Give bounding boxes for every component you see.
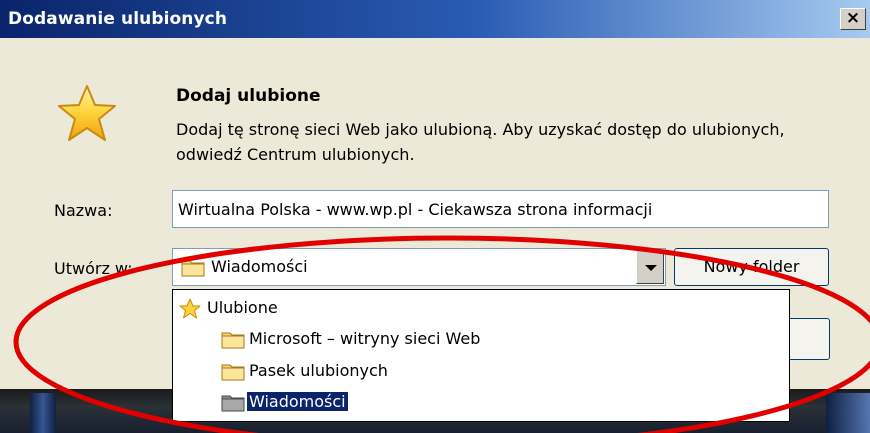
name-label: Nazwa: (54, 201, 113, 220)
window-title: Dodawanie ulubionych (8, 9, 228, 29)
folder-dropdown-list[interactable]: Ulubione Microsoft – witryny sieci Web P… (172, 289, 790, 422)
list-item-label: Ulubione (207, 298, 278, 317)
create-in-combobox[interactable]: Wiadomości (172, 248, 666, 286)
folder-icon (221, 392, 245, 416)
dialog-description: Dodaj tę stronę sieci Web jako ulubioną.… (176, 120, 785, 164)
dialog-heading: Dodaj ulubione (176, 86, 321, 106)
star-icon (56, 83, 118, 149)
folder-icon (221, 361, 245, 385)
list-item-label: Pasek ulubionych (249, 361, 388, 380)
chevron-down-icon (645, 265, 657, 271)
create-in-value: Wiadomości (211, 257, 308, 276)
combobox-dropdown-button[interactable] (636, 250, 664, 284)
close-button[interactable]: × (840, 8, 866, 30)
name-input[interactable] (172, 190, 829, 228)
create-in-label: Utwórz w: (54, 259, 133, 278)
new-folder-button[interactable]: Nowy folder (674, 248, 829, 286)
list-item-label: Wiadomości (247, 392, 348, 411)
star-icon (179, 298, 201, 324)
list-item-label: Microsoft – witryny sieci Web (249, 329, 481, 348)
background-glow-right (826, 393, 870, 433)
folder-icon (221, 329, 245, 353)
background-glow (30, 393, 56, 433)
title-bar[interactable]: Dodawanie ulubionych × (0, 0, 870, 38)
folder-icon (181, 257, 205, 281)
